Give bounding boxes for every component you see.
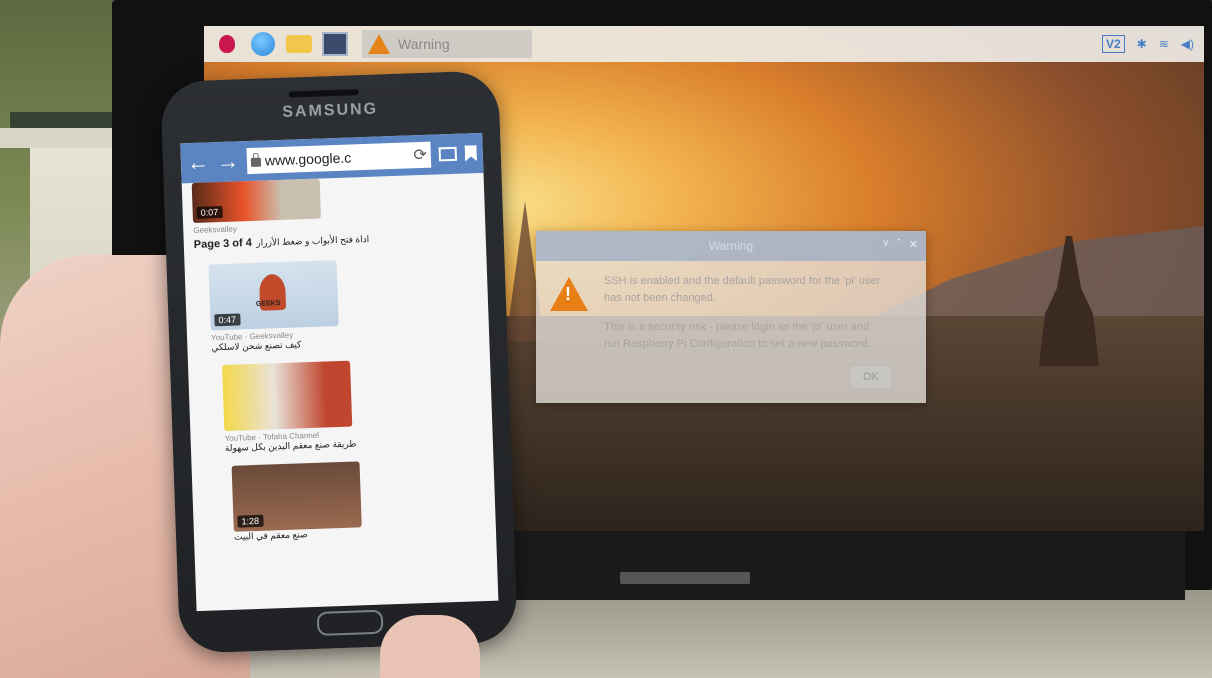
system-tray: V2 ✱ ≋ ◀) [1101,35,1204,53]
video-thumbnail[interactable]: 0:07 [191,178,321,224]
wifi-icon[interactable]: ≋ [1159,37,1169,51]
message-line: This is a security risk - please login a… [604,321,870,333]
dialog-title: Warning [708,239,754,253]
phone: SAMSUNG ← → www.google.c ⟳ 0:07 Geeksval… [160,70,518,654]
ok-button[interactable]: OK [850,365,892,389]
taskbar-task-warning[interactable]: Warning [362,30,532,58]
video-title[interactable]: اداة فتح الأبواب و ضغط الأزرار [256,234,369,248]
warning-exclamation: ! [565,284,571,304]
close-icon[interactable]: ✕ [909,238,918,251]
duration-badge: 1:28 [237,514,264,528]
thumb [380,615,480,678]
task-title: Warning [398,36,450,52]
dialog-message-1: SSH is enabled and the default password … [604,273,914,307]
video-thumbnail[interactable]: GEEKS 0:47 [208,260,339,331]
list-item[interactable]: 1:28 صنع معقم في البيت [202,457,487,544]
raspberry-icon [219,35,235,53]
globe-icon [251,32,275,56]
video-thumbnail[interactable] [222,360,353,432]
duration-badge: 0:07 [196,205,223,219]
maximize-icon[interactable]: ˆ [897,238,901,251]
url-text: www.google.c [264,149,352,169]
window-controls: ˅ ˆ ✕ [883,238,918,251]
phone-brand: SAMSUNG [282,100,379,121]
video-thumbnail[interactable]: 1:28 [231,461,362,532]
message-line: run Raspberry Pi Configuration to set a … [604,338,871,350]
terminal-launcher[interactable] [322,31,348,57]
page-indicator: Page 3 of 4 [193,236,253,251]
list-item[interactable]: GEEKS 0:47 YouTube · Geeksvalley كيف تصن… [195,255,480,354]
phone-screen: ← → www.google.c ⟳ 0:07 Geeksvalley Page… [180,132,499,612]
monitor-brand-plate [620,572,750,584]
duration-badge: 0:47 [214,313,241,327]
vnc-icon[interactable]: V2 [1101,35,1125,53]
reload-icon[interactable]: ⟳ [413,145,427,165]
raspberry-menu-button[interactable] [214,31,240,57]
home-button[interactable] [316,609,384,636]
logo-text: GEEKS [255,300,281,308]
terminal-icon [322,32,348,56]
dialog-message-2: This is a security risk - please login a… [604,319,914,353]
message-line: SSH is enabled and the default password … [604,275,881,287]
volume-icon[interactable]: ◀) [1181,37,1194,51]
bluetooth-icon[interactable]: ✱ [1137,37,1147,51]
minimize-icon[interactable]: ˅ [883,238,889,251]
url-field[interactable]: www.google.c ⟳ [246,141,432,175]
lock-icon [250,157,262,167]
list-item[interactable]: YouTube · Tofaha Channel طريقة صنع معقم … [198,356,483,455]
taskbar: Warning V2 ✱ ≋ ◀) [204,26,1204,62]
dialog-titlebar[interactable]: Warning ˅ ˆ ✕ [536,231,926,261]
message-line: has not been changed. [604,292,716,304]
photo-scene: Warning V2 ✱ ≋ ◀) Warning ˅ ˆ ✕ ! SSH is… [0,0,1212,678]
warning-icon [368,34,390,54]
video-results: 0:07 Geeksvalley Page 3 of 4 اداة فتح ال… [182,173,496,544]
bookmark-icon[interactable] [465,145,478,161]
folder-icon [286,35,312,53]
warning-dialog: Warning ˅ ˆ ✕ ! SSH is enabled and the d… [536,231,926,403]
tabs-icon[interactable] [438,146,458,162]
back-icon[interactable]: ← [187,149,210,176]
file-manager-launcher[interactable] [286,31,312,57]
raspberry-pi-board [10,112,125,128]
list-item[interactable]: 0:07 Geeksvalley Page 3 of 4 اداة فتح ال… [191,173,476,253]
browser-launcher[interactable] [250,31,276,57]
forward-icon[interactable]: → [216,148,239,175]
phone-speaker [288,89,359,98]
dialog-body: ! SSH is enabled and the default passwor… [536,261,926,353]
monitor-bezel [495,530,1185,600]
